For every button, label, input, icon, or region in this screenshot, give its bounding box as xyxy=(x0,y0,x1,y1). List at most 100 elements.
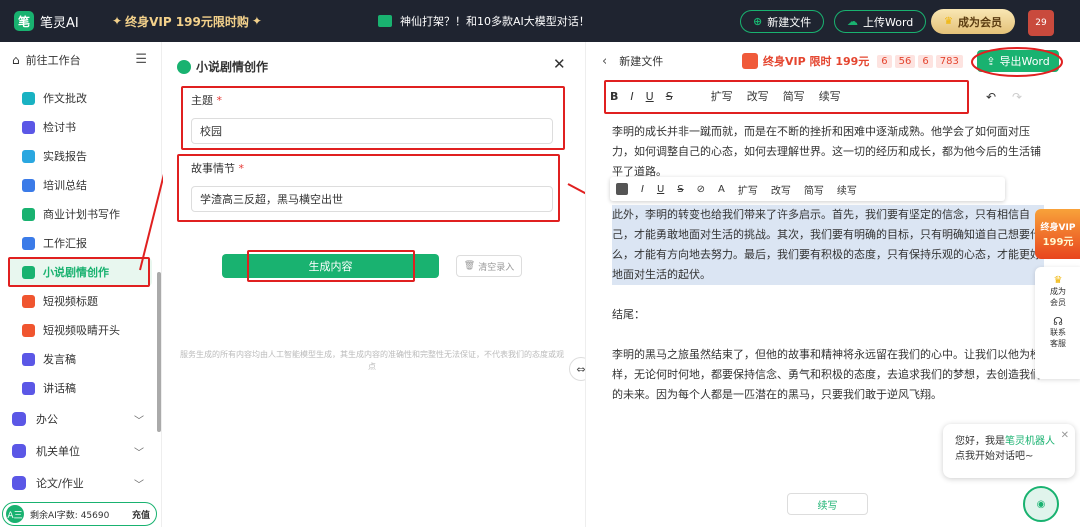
announcement-text: 神仙打架？！和10多款AI大模型对话！ xyxy=(400,15,590,28)
vip-countdown-banner[interactable]: 终身VIP 限时 199元 6 56 6 783 xyxy=(742,52,966,70)
font-button[interactable]: A xyxy=(718,184,725,195)
vip-promo[interactable]: ✦ 终身VIP 199元限时购 ✦ xyxy=(109,13,265,30)
category-government[interactable]: 机关单位 ﹀ xyxy=(0,436,152,466)
paper-icon xyxy=(12,476,26,490)
sidebar-item-label: 讲话稿 xyxy=(43,382,76,395)
sidebar-item-icon xyxy=(22,294,35,308)
side-member-label: 成为会员 xyxy=(1050,287,1066,307)
contact-service-button[interactable]: ☊ 联系客服 xyxy=(1047,316,1069,349)
close-icon[interactable]: ✕ xyxy=(1061,428,1069,443)
crown-icon: ♛ xyxy=(1053,275,1063,286)
sparkle-icon: ✦ xyxy=(251,14,262,28)
logo-icon: 笔 xyxy=(14,11,34,31)
countdown-ms: 783 xyxy=(935,54,963,68)
close-icon[interactable]: ✕ xyxy=(553,55,566,73)
contact-label: 联系客服 xyxy=(1050,328,1066,348)
paragraph[interactable]: 结尾： xyxy=(612,305,1044,325)
paragraph[interactable]: 李明的黑马之旅虽然结束了，但他的故事和精神将永远留在我们的心中。让我们以他为榜样… xyxy=(612,345,1044,405)
upload-word-label: 上传Word xyxy=(863,15,914,29)
annotation-ellipse xyxy=(971,47,1063,77)
gift-icon xyxy=(742,53,758,69)
new-file-button[interactable]: ⊕ 新建文件 xyxy=(740,10,825,33)
sparkle-icon: ✦ xyxy=(112,14,123,28)
recharge-button[interactable]: 充值 xyxy=(132,508,150,521)
float-simplify-button[interactable]: 简写 xyxy=(804,182,824,197)
selected-paragraph[interactable]: 此外，李明的转变也给我们带来了许多启示。首先，我们要有坚定的信念，只有相信自己，… xyxy=(612,205,1044,285)
sidebar-item-icon xyxy=(22,120,35,134)
sidebar-item-label: 检讨书 xyxy=(43,121,76,134)
paragraph[interactable]: 李明的成长并非一蹴而就，而是在不断的挫折和困难中逐渐成熟。他学会了如何面对压力，… xyxy=(612,122,1044,182)
disclaimer: 服务生成的所有内容均由人工智能模型生成，其生成内容的准确性和完整性无法保证，不代… xyxy=(180,350,564,371)
float-strike-button[interactable]: S xyxy=(677,184,683,195)
file-title[interactable]: 新建文件 xyxy=(619,53,663,69)
panel-title-text: 小说剧情创作 xyxy=(196,60,269,74)
sidebar-item[interactable]: 短视频吸睛开头 xyxy=(0,316,152,344)
avatar[interactable]: 29 xyxy=(1028,10,1054,36)
float-underline-button[interactable]: U xyxy=(657,184,664,195)
sidebar-item[interactable]: 短视频标题 xyxy=(0,287,152,315)
new-file-label: 新建文件 xyxy=(767,15,812,29)
float-expand-button[interactable]: 扩写 xyxy=(738,182,758,197)
become-member-button[interactable]: ♛ 成为会员 xyxy=(931,9,1015,34)
back-icon[interactable]: ‹ xyxy=(602,54,607,69)
sidebar-item-icon xyxy=(22,381,35,395)
chat-bubble[interactable]: 您好，我是笔灵机器人 点我开始对话吧~ ✕ xyxy=(943,424,1075,478)
robot-assistant-icon[interactable]: ◉ xyxy=(1023,486,1059,522)
sidebar-scrollbar[interactable] xyxy=(157,272,161,432)
government-icon xyxy=(12,444,26,458)
side-member-button[interactable]: ♛ 成为会员 xyxy=(1047,275,1069,308)
image-icon[interactable] xyxy=(616,183,628,195)
sidebar-item-icon xyxy=(22,91,35,105)
quota-label: 剩余AI字数: 45690 xyxy=(30,510,110,521)
category-office[interactable]: 办公 ﹀ xyxy=(0,404,152,434)
sidebar-item-label: 作文批改 xyxy=(43,92,87,105)
undo-icon[interactable]: ↶ xyxy=(986,90,996,104)
countdown: 6 56 6 783 xyxy=(877,54,966,68)
back-to-workspace[interactable]: ⌂ 前往工作台 ☰ xyxy=(0,42,161,78)
sidebar-item-label: 商业计划书写作 xyxy=(43,208,120,221)
quota-icon: A三 xyxy=(6,505,24,523)
link-icon[interactable]: ⊘ xyxy=(697,184,705,195)
sidebar-item-icon xyxy=(22,149,35,163)
chat-suffix: 点我开始对话吧~ xyxy=(955,451,1034,462)
form-panel: 小说剧情创作 ✕ 主题 * 故事情节 * 生成内容 🗑 清空录入 服务生成的所有… xyxy=(163,42,581,527)
continue-writing-button[interactable]: 续写 xyxy=(787,493,868,515)
side-promo-line1: 终身VIP xyxy=(1040,223,1076,233)
countdown-hours: 56 xyxy=(894,54,916,68)
sidebar-item[interactable]: 讲话稿 xyxy=(0,374,152,402)
sidebar-item-icon xyxy=(22,323,35,337)
announcement[interactable]: 神仙打架？！和10多款AI大模型对话！ xyxy=(378,13,590,29)
crown-icon: ♛ xyxy=(944,16,953,27)
side-float-panel: ♛ 成为会员 ☊ 联系客服 xyxy=(1035,267,1080,379)
speaker-icon xyxy=(378,15,392,27)
float-continue-button[interactable]: 续写 xyxy=(837,182,857,197)
side-vip-promo[interactable]: 终身VIP 199元 xyxy=(1035,209,1080,259)
trash-icon: 🗑 xyxy=(463,261,476,271)
vip-promo-text: 终身VIP 199元限时购 xyxy=(125,14,249,29)
sidebar-item[interactable]: 发言稿 xyxy=(0,345,152,373)
collapse-sidebar-icon[interactable]: ☰ xyxy=(135,52,147,67)
clear-label: 清空录入 xyxy=(478,262,515,273)
back-label: 前往工作台 xyxy=(25,54,81,67)
category-label: 办公 xyxy=(36,413,58,426)
redo-icon[interactable]: ↷ xyxy=(1012,90,1022,104)
app-logo[interactable]: 笔 笔灵AI xyxy=(14,11,99,31)
upload-word-button[interactable]: ☁ 上传Word xyxy=(834,10,927,33)
editor: ‹ 新建文件 终身VIP 限时 199元 6 56 6 783 ⇪ 导出Word… xyxy=(585,42,1080,527)
clear-button[interactable]: 🗑 清空录入 xyxy=(456,255,522,277)
sidebar-item-label: 工作汇报 xyxy=(43,237,87,250)
category-label: 论文/作业 xyxy=(36,477,84,490)
highlight-box xyxy=(604,80,969,114)
app-name: 笔灵AI xyxy=(40,15,79,31)
panel-title: 小说剧情创作 xyxy=(177,58,268,75)
chat-prefix: 您好，我是 xyxy=(955,436,1005,447)
sidebar-item-label: 短视频吸睛开头 xyxy=(43,324,120,337)
float-rewrite-button[interactable]: 改写 xyxy=(771,182,791,197)
highlight-box xyxy=(181,86,565,150)
sidebar-item-label: 实践报告 xyxy=(43,150,87,163)
category-papers[interactable]: 论文/作业 ﹀ xyxy=(0,468,152,498)
float-italic-button[interactable]: I xyxy=(641,184,644,195)
plus-icon: ⊕ xyxy=(753,15,763,28)
countdown-days: 6 xyxy=(877,54,892,68)
feather-icon xyxy=(177,59,191,74)
